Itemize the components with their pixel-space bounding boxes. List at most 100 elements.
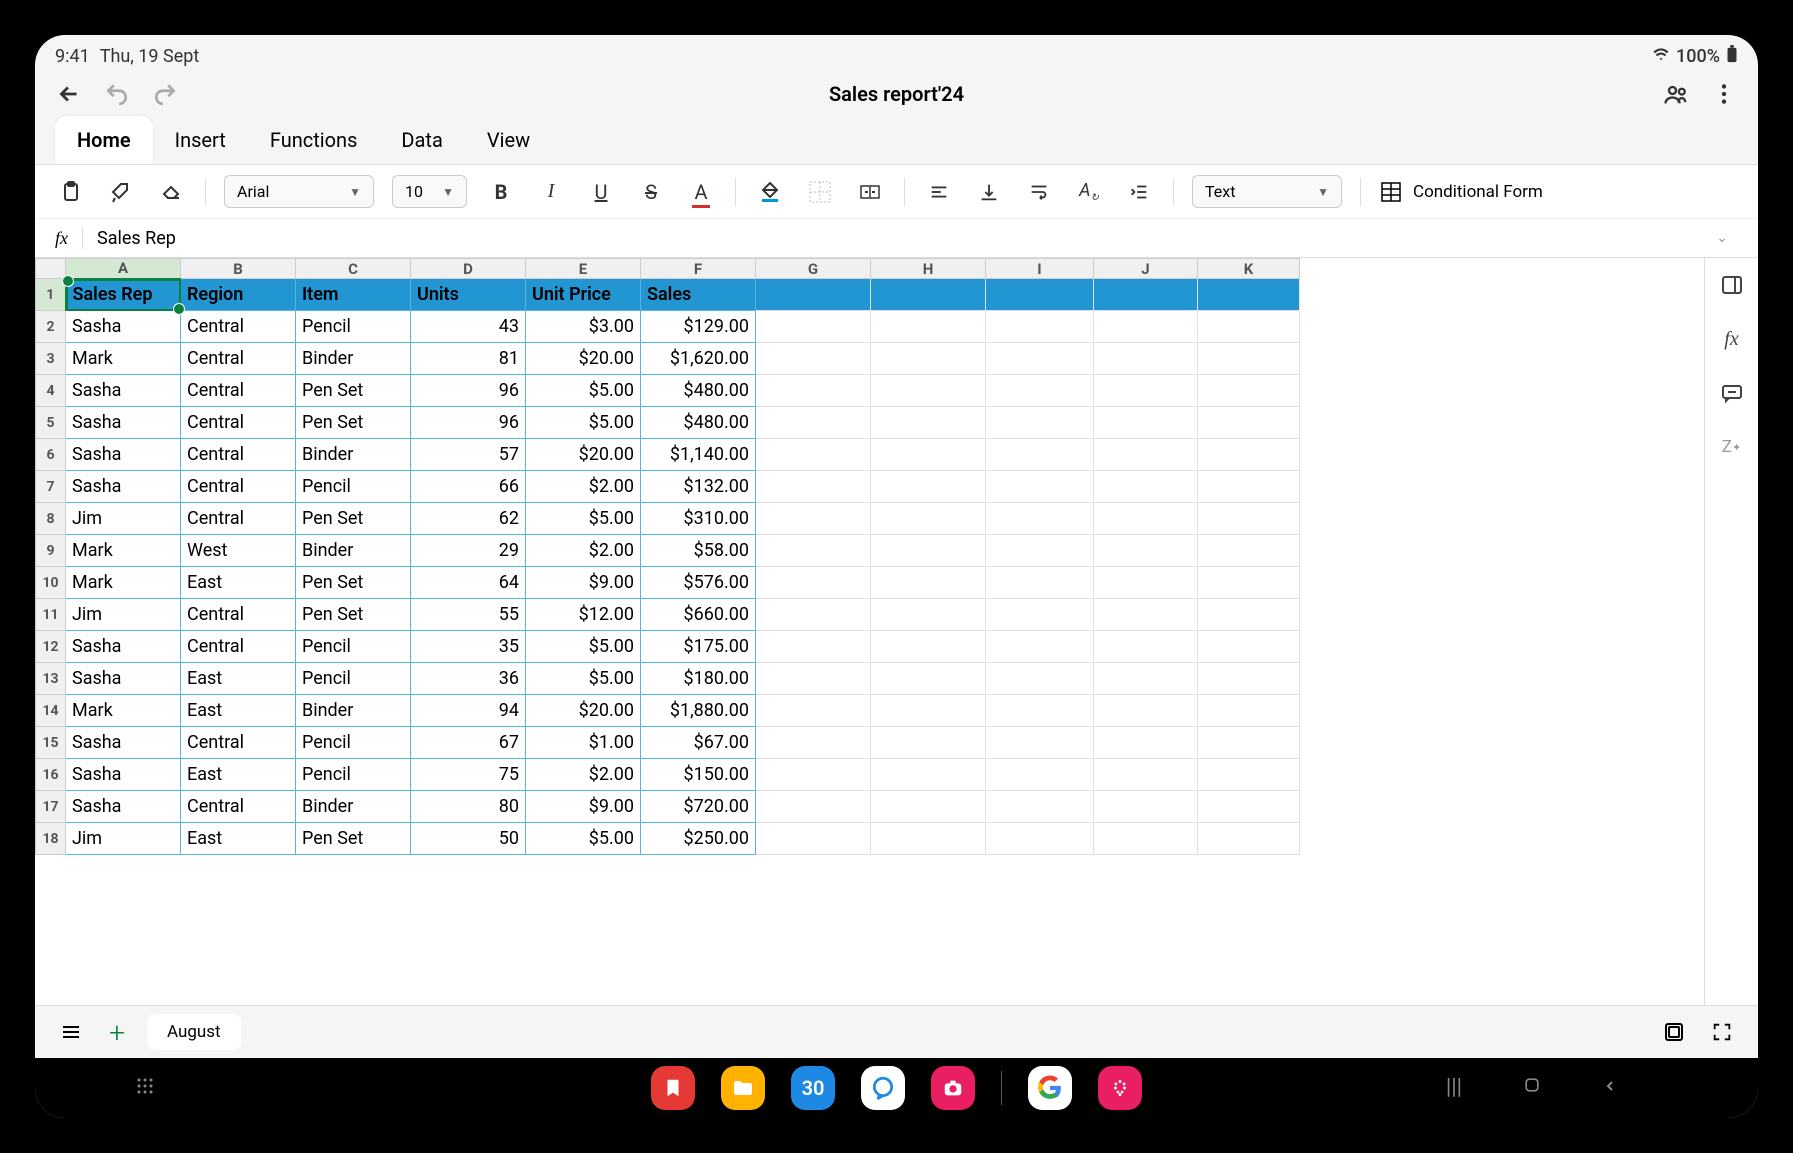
cell-A16[interactable]: Sasha — [66, 759, 181, 791]
cell-K15[interactable] — [1198, 727, 1300, 759]
cell-E9[interactable]: $2.00 — [526, 535, 641, 567]
cell-D9[interactable]: 29 — [411, 535, 526, 567]
clipboard-button[interactable] — [55, 176, 87, 208]
cell-I12[interactable] — [986, 631, 1094, 663]
col-header-J[interactable]: J — [1094, 259, 1198, 279]
format-painter-button[interactable] — [105, 176, 137, 208]
back-button[interactable] — [55, 80, 83, 108]
cell-F9[interactable]: $58.00 — [641, 535, 756, 567]
cell-H2[interactable] — [871, 311, 986, 343]
sheet-grid[interactable]: ABCDEFGHIJK1Sales RepRegionItemUnitsUnit… — [35, 258, 1704, 1005]
cell-F1[interactable]: Sales — [641, 279, 756, 311]
cell-G7[interactable] — [756, 471, 871, 503]
cell-F3[interactable]: $1,620.00 — [641, 343, 756, 375]
cell-G10[interactable] — [756, 567, 871, 599]
cell-G11[interactable] — [756, 599, 871, 631]
more-menu-button[interactable] — [1710, 80, 1738, 108]
cell-C13[interactable]: Pencil — [296, 663, 411, 695]
cell-A5[interactable]: Sasha — [66, 407, 181, 439]
font-select[interactable]: Arial ▼ — [224, 175, 374, 208]
cell-I18[interactable] — [986, 823, 1094, 855]
cell-A15[interactable]: Sasha — [66, 727, 181, 759]
cell-E13[interactable]: $5.00 — [526, 663, 641, 695]
cell-G15[interactable] — [756, 727, 871, 759]
cell-F7[interactable]: $132.00 — [641, 471, 756, 503]
cell-G14[interactable] — [756, 695, 871, 727]
cell-C14[interactable]: Binder — [296, 695, 411, 727]
cell-F6[interactable]: $1,140.00 — [641, 439, 756, 471]
row-header-15[interactable]: 15 — [36, 727, 66, 759]
cell-F17[interactable]: $720.00 — [641, 791, 756, 823]
cell-A8[interactable]: Jim — [66, 503, 181, 535]
dock-app-calendar[interactable]: 30 — [791, 1066, 835, 1110]
col-header-B[interactable]: B — [181, 259, 296, 279]
add-sheet-button[interactable]: + — [101, 1016, 133, 1048]
cell-J10[interactable] — [1094, 567, 1198, 599]
cell-I4[interactable] — [986, 375, 1094, 407]
cell-D17[interactable]: 80 — [411, 791, 526, 823]
cell-H7[interactable] — [871, 471, 986, 503]
cell-C1[interactable]: Item — [296, 279, 411, 311]
cell-J4[interactable] — [1094, 375, 1198, 407]
cell-C4[interactable]: Pen Set — [296, 375, 411, 407]
cell-K13[interactable] — [1198, 663, 1300, 695]
align-vertical-button[interactable] — [973, 176, 1005, 208]
formula-expand-icon[interactable]: ⌄ — [1716, 230, 1728, 246]
cell-B15[interactable]: Central — [181, 727, 296, 759]
cell-J1[interactable] — [1094, 279, 1198, 311]
cell-C17[interactable]: Binder — [296, 791, 411, 823]
underline-button[interactable]: U — [585, 176, 617, 208]
panel-icon[interactable] — [1719, 272, 1745, 298]
row-header-18[interactable]: 18 — [36, 823, 66, 855]
cell-H17[interactable] — [871, 791, 986, 823]
bold-button[interactable]: B — [485, 176, 517, 208]
cell-E16[interactable]: $2.00 — [526, 759, 641, 791]
clear-format-button[interactable] — [155, 176, 187, 208]
cell-H5[interactable] — [871, 407, 986, 439]
cell-K5[interactable] — [1198, 407, 1300, 439]
cell-K12[interactable] — [1198, 631, 1300, 663]
cell-D1[interactable]: Units — [411, 279, 526, 311]
text-color-button[interactable]: A — [685, 176, 717, 208]
cell-I7[interactable] — [986, 471, 1094, 503]
comment-icon[interactable] — [1719, 380, 1745, 406]
cell-H15[interactable] — [871, 727, 986, 759]
cell-J3[interactable] — [1094, 343, 1198, 375]
cell-F16[interactable]: $150.00 — [641, 759, 756, 791]
col-header-F[interactable]: F — [641, 259, 756, 279]
wrap-text-button[interactable] — [1023, 176, 1055, 208]
cell-F15[interactable]: $67.00 — [641, 727, 756, 759]
cell-E12[interactable]: $5.00 — [526, 631, 641, 663]
cell-C8[interactable]: Pen Set — [296, 503, 411, 535]
text-rotation-button[interactable]: A↻ — [1073, 176, 1105, 208]
cell-K9[interactable] — [1198, 535, 1300, 567]
ai-icon[interactable]: Z✦ — [1719, 434, 1745, 460]
row-header-6[interactable]: 6 — [36, 439, 66, 471]
cell-I6[interactable] — [986, 439, 1094, 471]
cell-G9[interactable] — [756, 535, 871, 567]
cell-E2[interactable]: $3.00 — [526, 311, 641, 343]
cell-A14[interactable]: Mark — [66, 695, 181, 727]
tab-view[interactable]: View — [465, 116, 552, 164]
cell-G8[interactable] — [756, 503, 871, 535]
row-header-11[interactable]: 11 — [36, 599, 66, 631]
fill-color-button[interactable] — [754, 176, 786, 208]
cell-I8[interactable] — [986, 503, 1094, 535]
cell-C7[interactable]: Pencil — [296, 471, 411, 503]
cell-H1[interactable] — [871, 279, 986, 311]
cell-B12[interactable]: Central — [181, 631, 296, 663]
fullscreen-button[interactable] — [1706, 1016, 1738, 1048]
cell-E5[interactable]: $5.00 — [526, 407, 641, 439]
cell-F10[interactable]: $576.00 — [641, 567, 756, 599]
cell-G4[interactable] — [756, 375, 871, 407]
cell-I16[interactable] — [986, 759, 1094, 791]
cell-A2[interactable]: Sasha — [66, 311, 181, 343]
cell-K17[interactable] — [1198, 791, 1300, 823]
cell-B16[interactable]: East — [181, 759, 296, 791]
cell-K7[interactable] — [1198, 471, 1300, 503]
cell-B4[interactable]: Central — [181, 375, 296, 407]
cell-E8[interactable]: $5.00 — [526, 503, 641, 535]
cell-B14[interactable]: East — [181, 695, 296, 727]
cell-J7[interactable] — [1094, 471, 1198, 503]
dock-app-google[interactable] — [1028, 1066, 1072, 1110]
